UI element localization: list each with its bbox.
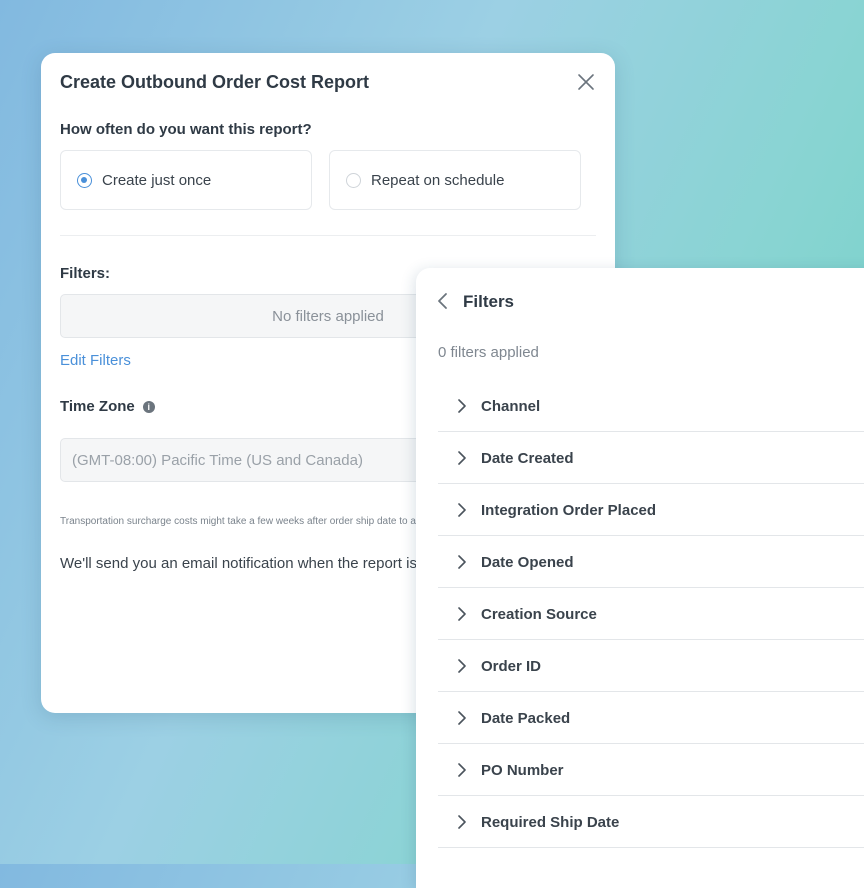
filter-item-channel[interactable]: Channel: [438, 381, 864, 432]
timezone-label: Time Zone i: [60, 398, 155, 415]
info-icon[interactable]: i: [142, 400, 155, 413]
filter-item-required-ship-date[interactable]: Required Ship Date: [438, 797, 864, 848]
filter-item-integration-order-placed[interactable]: Integration Order Placed: [438, 485, 864, 536]
edit-filters-link[interactable]: Edit Filters: [60, 352, 131, 369]
chevron-right-icon: [458, 399, 466, 413]
chevron-right-icon: [458, 763, 466, 777]
filter-item-date-created[interactable]: Date Created: [438, 433, 864, 484]
filter-item-label: Date Created: [481, 449, 574, 467]
filters-label: Filters:: [60, 265, 111, 282]
option-label: Create just once: [102, 171, 212, 189]
filter-item-label: Creation Source: [481, 605, 597, 623]
filter-item-label: Integration Order Placed: [481, 501, 657, 519]
filters-summary-text: No filters applied: [272, 307, 384, 325]
filter-item-date-packed[interactable]: Date Packed: [438, 693, 864, 744]
divider: [60, 235, 596, 236]
chevron-right-icon: [458, 711, 466, 725]
filter-item-label: Date Opened: [481, 553, 574, 571]
filter-item-label: Required Ship Date: [481, 813, 620, 831]
filter-item-creation-source[interactable]: Creation Source: [438, 589, 864, 640]
back-chevron-icon[interactable]: [436, 292, 450, 310]
radio-unselected-icon[interactable]: [346, 172, 361, 188]
chevron-right-icon: [458, 815, 466, 829]
frequency-question: How often do you want this report?: [60, 121, 312, 138]
panel-title: Filters: [463, 292, 515, 311]
chevron-right-icon: [458, 503, 466, 517]
filter-item-label: Order ID: [481, 657, 542, 675]
filter-item-date-opened[interactable]: Date Opened: [438, 537, 864, 588]
filter-item-order-id[interactable]: Order ID: [438, 641, 864, 692]
chevron-right-icon: [458, 451, 466, 465]
filter-item-label: PO Number: [481, 761, 564, 779]
radio-selected-icon[interactable]: [77, 172, 92, 188]
option-label: Repeat on schedule: [371, 171, 505, 189]
timezone-value: (GMT-08:00) Pacific Time (US and Canada): [72, 451, 363, 469]
option-create-once[interactable]: Create just once: [60, 150, 312, 210]
option-repeat-schedule[interactable]: Repeat on schedule: [329, 150, 581, 210]
timezone-label-text: Time Zone: [60, 398, 135, 415]
dialog-title: Create Outbound Order Cost Report: [60, 72, 370, 92]
chevron-right-icon: [458, 555, 466, 569]
filters-panel: Filters 0 filters applied Channel Date C…: [416, 268, 864, 888]
filter-list: Channel Date Created Integration Order P…: [438, 381, 864, 849]
close-icon[interactable]: [577, 73, 595, 91]
filter-item-po-number[interactable]: PO Number: [438, 745, 864, 796]
filters-applied-count: 0 filters applied: [438, 344, 539, 361]
filter-item-label: Channel: [481, 397, 541, 415]
chevron-right-icon: [458, 659, 466, 673]
filter-item-label: Date Packed: [481, 709, 571, 727]
chevron-right-icon: [458, 607, 466, 621]
